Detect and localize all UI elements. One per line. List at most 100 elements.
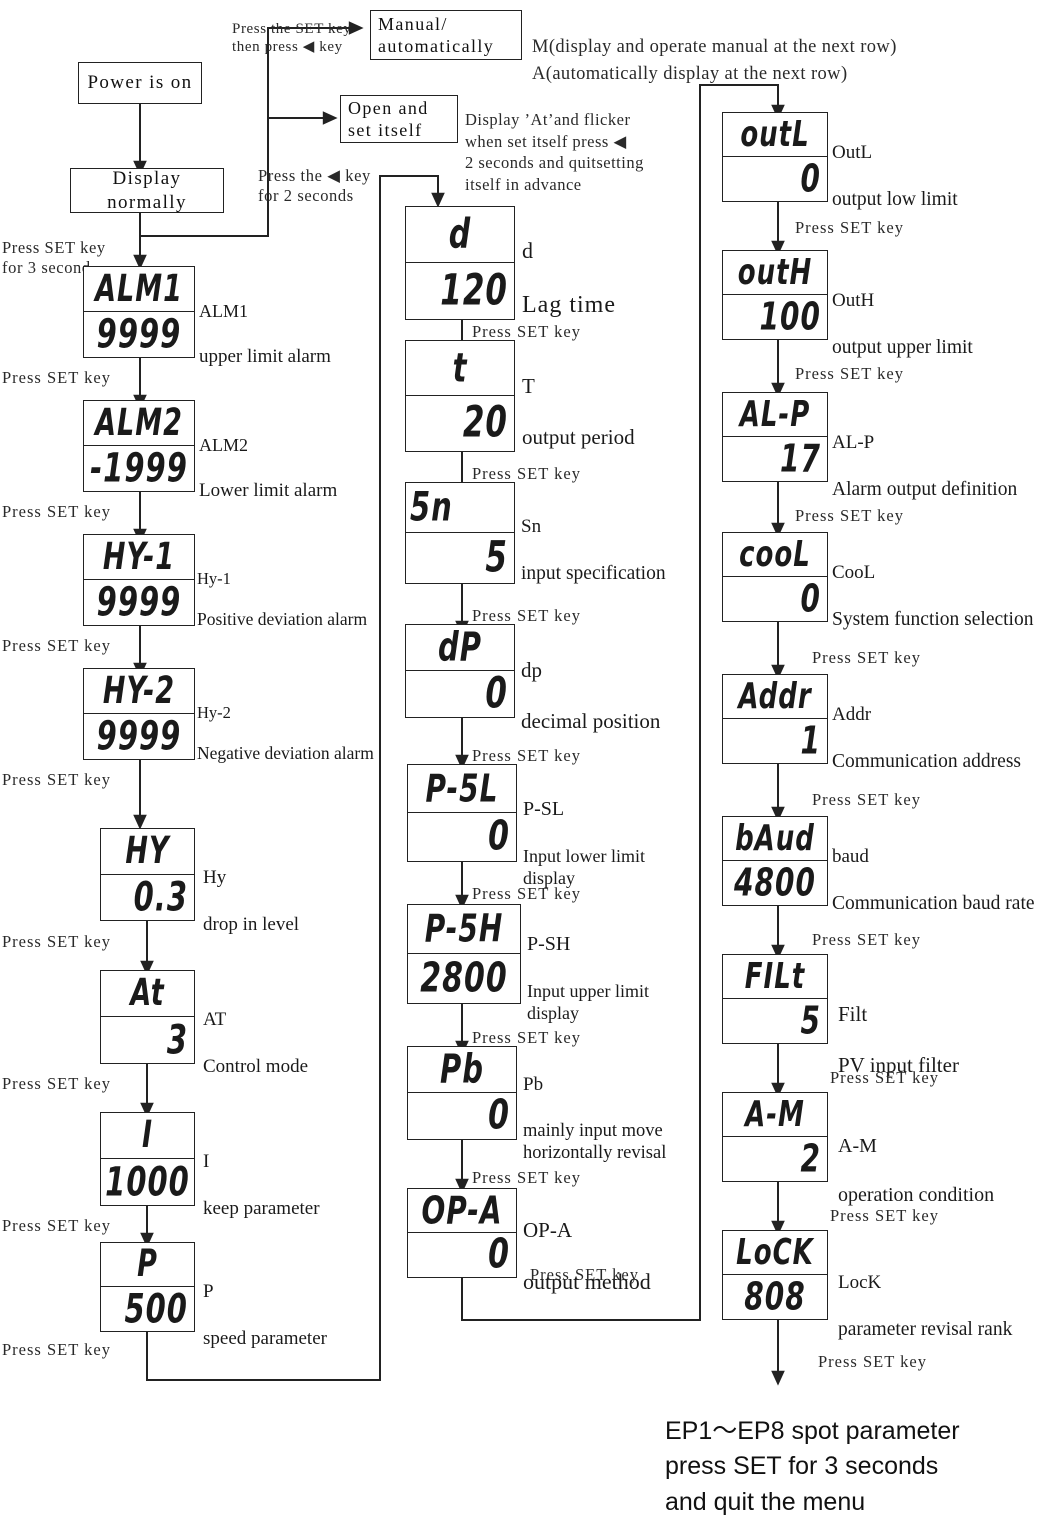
lcd-label-row: P-5L [408, 765, 516, 813]
lcd-label-row: t [406, 341, 514, 396]
lcd-label-row: FILt [723, 955, 827, 999]
lcd-value-row: 1 [723, 719, 827, 763]
lcd-value-row: 0 [406, 671, 514, 717]
lcd-box-lock: LoCK 808 [722, 1230, 828, 1320]
caption-desc: input specification [521, 562, 666, 584]
caption-desc: Positive deviation alarm [197, 609, 368, 630]
caption-desc: keep parameter [203, 1197, 320, 1219]
lcd-value-text: 500 [124, 1287, 188, 1331]
lcd-value-row: 1000 [101, 1159, 194, 1205]
note-press-set-key: Press SET key [795, 506, 904, 525]
note-press-set-then-left: Press the SET key then press ◀ key [232, 2, 352, 56]
caption-code: dp [521, 657, 542, 682]
lcd-box-alm1: ALM1 9999 [83, 266, 195, 358]
lcd-box-psl: P-5L 0 [407, 764, 517, 862]
caption-desc: Lag time [522, 292, 616, 319]
note-press-set-key: Press SET key [472, 884, 581, 903]
caption-code: Pb [523, 1074, 544, 1096]
lcd-label-text: P [137, 1243, 158, 1286]
lcd-box-opa: OP-A 0 [407, 1188, 517, 1278]
caption-code: ALM1 [199, 300, 248, 321]
lcd-label-text: outH [737, 251, 813, 294]
lcd-value-row: 0.3 [101, 875, 194, 921]
lcd-label-text: AL-P [739, 393, 811, 436]
lcd-value-row: 120 [406, 263, 514, 319]
caption-desc: Lower limit alarm [199, 479, 338, 501]
note-press-set-key: Press SET key [472, 746, 581, 765]
lcd-label-row: LoCK [723, 1231, 827, 1275]
lcd-value-row: 2800 [408, 954, 520, 1003]
lcd-value-text: 1000 [105, 1159, 190, 1205]
lcd-value-text: -1999 [90, 446, 188, 491]
lcd-value-row: 0 [723, 577, 827, 621]
lcd-value-row: 5 [723, 999, 827, 1043]
lcd-label-text: bAud [735, 817, 815, 860]
lcd-label-text: P-5L [425, 765, 499, 811]
lcd-box-alm2: ALM2 -1999 [83, 400, 195, 492]
caption-alm2: ALM2 Lower limit alarm [199, 413, 337, 524]
lcd-value-row: 100 [723, 295, 827, 339]
caption-t: T output period [522, 348, 635, 476]
caption-code: AL-P [832, 432, 875, 454]
box-display-normally: Display normally [70, 168, 224, 213]
caption-at: AT Control mode [203, 985, 308, 1101]
caption-desc: operation condition [838, 1184, 995, 1207]
note-press-set-key: Press SET key [472, 464, 581, 483]
lcd-box-d: d 120 [405, 206, 515, 320]
lcd-box-psh: P-5H 2800 [407, 904, 521, 1004]
caption-desc: Communication baud rate [832, 892, 1035, 914]
lcd-label-text: cooL [739, 533, 811, 576]
caption-code: CooL [832, 562, 876, 584]
lcd-label-text: ALM2 [95, 401, 183, 445]
lcd-box-p: P 500 [100, 1242, 195, 1332]
lcd-value-text: 5 [485, 533, 508, 583]
note-press-set-key: Press SET key [812, 930, 921, 949]
lcd-label-row: I [101, 1113, 194, 1159]
caption-hy2: Hy-2 Negative deviation alarm [197, 683, 374, 785]
caption-code: OutL [832, 142, 873, 164]
lcd-value-text: 5 [800, 999, 821, 1043]
caption-code: I [203, 1151, 210, 1173]
lcd-value-text: 9999 [96, 714, 182, 759]
caption-code: OP-A [523, 1217, 573, 1242]
lcd-box-hy1: HY-1 9999 [83, 534, 195, 626]
caption-p: P speed parameter [203, 1257, 327, 1373]
lcd-value-text: 1 [800, 719, 821, 763]
note-manual-automatically-desc: M(display and operate manual at the next… [532, 8, 897, 87]
note-press-set-key: Press SET key [2, 636, 111, 655]
footer-note-text: EP1～EP8 spot parameter press SET for 3 s… [665, 1416, 960, 1516]
caption-code: P [203, 1281, 214, 1303]
caption-cool: CooL System function selection [832, 538, 1033, 654]
lcd-label-row: HY-1 [84, 535, 194, 580]
lcd-value-text: 0 [488, 1093, 510, 1139]
lcd-box-alp: AL-P 17 [722, 392, 828, 482]
lcd-value-text: 120 [440, 265, 508, 316]
lcd-box-outl: outL 0 [722, 112, 828, 202]
caption-desc: parameter revisal rank [838, 1318, 1013, 1340]
note-press-set-key: Press SET key [472, 1028, 581, 1047]
lcd-value-text: 0 [488, 1233, 510, 1277]
note-manual-automatically-desc-text: M(display and operate manual at the next… [532, 37, 897, 84]
lcd-box-sn: 5n 5 [405, 482, 515, 584]
note-press-set-key: Press SET key [2, 502, 111, 521]
lcd-value-text: 0.3 [133, 874, 188, 920]
lcd-box-t: t 20 [405, 340, 515, 452]
note-press-set-key: Press SET key [2, 1074, 111, 1093]
box-power-is-on-label: Power is on [87, 72, 193, 94]
lcd-value-text: 100 [759, 295, 821, 339]
lcd-value-text: 2800 [420, 954, 508, 1002]
note-open-set-desc-text: Display ’At’and flicker when set itself … [465, 110, 644, 194]
lcd-label-row: At [101, 971, 194, 1017]
caption-code: d [522, 237, 533, 263]
box-manual-automatically: Manual/ automatically [370, 10, 522, 60]
lcd-label-row: A-M [723, 1093, 827, 1137]
caption-code: P-SH [527, 933, 571, 956]
lcd-box-baud: bAud 4800 [722, 816, 828, 906]
caption-code: baud [832, 846, 869, 868]
lcd-label-text: d [448, 209, 472, 258]
caption-hy: Hy drop in level [203, 843, 299, 959]
lcd-box-filt: FILt 5 [722, 954, 828, 1044]
caption-code: OutH [832, 290, 875, 312]
lcd-value-row: 808 [723, 1275, 827, 1319]
note-press-set-key: Press SET key [795, 364, 904, 383]
